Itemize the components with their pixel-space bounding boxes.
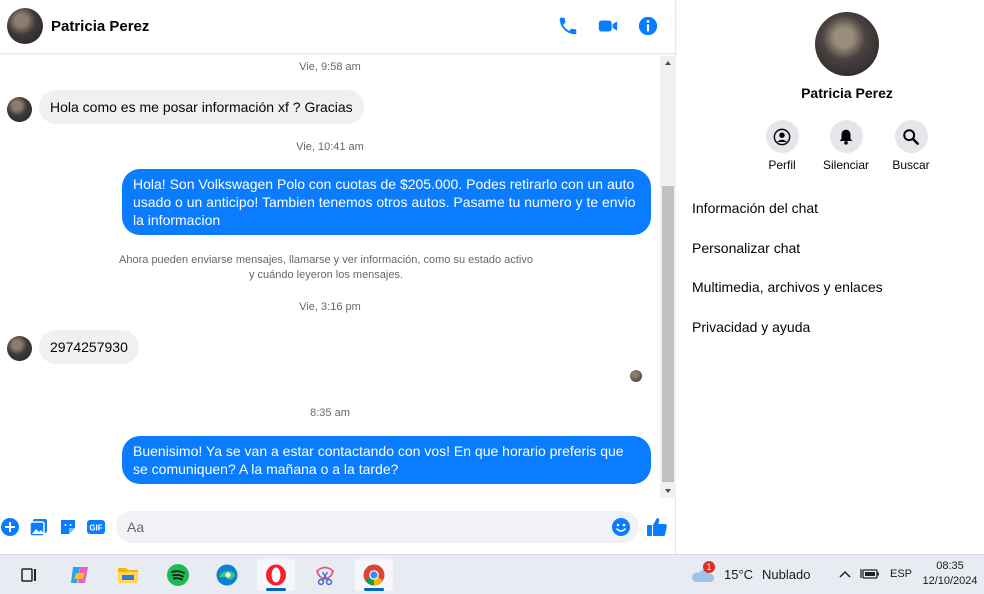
search-button[interactable]: Buscar [881, 120, 941, 172]
edge-button[interactable] [208, 559, 246, 591]
message-input-wrapper [116, 511, 639, 543]
weather-temperature[interactable]: 15°C [724, 567, 753, 582]
thumbs-up-icon[interactable] [645, 515, 669, 539]
chat-pane: Patricia Perez Vie, 9:58 am Hola como es… [0, 0, 676, 554]
spotify-icon [167, 564, 189, 586]
task-view-icon [21, 568, 36, 582]
profile-icon [773, 128, 791, 145]
incoming-message[interactable]: Hola como es me posar información xf ? G… [39, 90, 364, 124]
notice-line: y cuándo leyeron los mensajes. [248, 269, 404, 281]
emoji-icon[interactable] [611, 517, 631, 537]
message-input[interactable] [116, 511, 606, 543]
timestamp: Vie, 10:41 am [296, 141, 364, 153]
contact-avatar[interactable] [7, 8, 43, 44]
gif-icon[interactable]: GIF [86, 517, 106, 537]
sticker-icon[interactable] [58, 517, 78, 537]
spotify-button[interactable] [159, 559, 197, 591]
mute-label: Silenciar [822, 158, 870, 172]
video-call-icon[interactable] [597, 15, 619, 37]
weather-widget-icon-wrap[interactable]: 1 [690, 561, 716, 587]
battery-icon[interactable] [860, 567, 880, 581]
scroll-thumb[interactable] [662, 186, 674, 482]
search-label: Buscar [892, 158, 930, 172]
edge-icon [216, 564, 238, 586]
menu-chat-info[interactable]: Información del chat [692, 200, 818, 216]
profile-label: Perfil [768, 158, 796, 172]
incoming-message[interactable]: 2974257930 [39, 330, 139, 364]
snipping-tool-icon [315, 566, 335, 586]
outgoing-message[interactable]: Buenisimo! Ya se van a estar contactando… [122, 436, 651, 484]
task-view-button[interactable] [10, 559, 48, 591]
profile-button-circle [765, 120, 799, 153]
contact-profile-photo[interactable] [815, 12, 879, 76]
timestamp: 8:35 am [310, 407, 350, 419]
chat-header: Patricia Perez [0, 0, 676, 54]
plus-icon[interactable] [0, 517, 20, 537]
folder-icon [118, 568, 138, 583]
active-indicator [364, 588, 384, 591]
message-scrollbar[interactable] [660, 56, 676, 498]
copilot-icon [71, 567, 88, 583]
menu-media-files-links[interactable]: Multimedia, archivos y enlaces [692, 279, 883, 295]
sender-avatar[interactable] [7, 97, 32, 122]
info-contact-name: Patricia Perez [801, 85, 893, 101]
profile-button[interactable]: Perfil [752, 120, 812, 172]
timestamp: Vie, 3:16 pm [299, 301, 361, 313]
scroll-down-arrow-icon[interactable] [660, 484, 676, 498]
opera-button[interactable] [257, 559, 295, 591]
chat-info-panel: Patricia Perez Perfil Silenciar Buscar I… [677, 0, 984, 554]
chrome-button[interactable] [355, 559, 393, 591]
notice-line: Ahora pueden enviarse mensajes, llamarse… [119, 254, 533, 266]
opera-icon [266, 564, 286, 586]
phone-icon[interactable] [557, 15, 579, 37]
svg-text:GIF: GIF [89, 524, 102, 533]
weather-notification-badge: 1 [703, 561, 715, 573]
weather-condition[interactable]: Nublado [762, 567, 810, 582]
photo-icon[interactable] [29, 517, 49, 537]
mute-button[interactable]: Silenciar [816, 120, 876, 172]
search-button-circle [894, 120, 928, 153]
clock-time: 08:35 [936, 560, 964, 572]
scroll-up-arrow-icon[interactable] [660, 56, 676, 70]
encryption-notice: Ahora pueden enviarse mensajes, llamarse… [100, 253, 552, 283]
outgoing-message[interactable]: Hola! Son Volkswagen Polo con cuotas de … [122, 169, 651, 235]
messenger-window: Patricia Perez Vie, 9:58 am Hola como es… [0, 0, 984, 594]
active-indicator [266, 588, 286, 591]
bell-icon [839, 129, 853, 145]
search-icon [903, 128, 919, 145]
timestamp: Vie, 9:58 am [299, 61, 361, 73]
info-icon[interactable] [637, 15, 659, 37]
read-receipt-avatar [630, 370, 642, 382]
sender-avatar[interactable] [7, 336, 32, 361]
menu-customize-chat[interactable]: Personalizar chat [692, 240, 800, 256]
mute-button-circle [829, 120, 863, 153]
chevron-up-icon[interactable] [838, 568, 852, 580]
chrome-icon [363, 564, 385, 586]
menu-privacy-help[interactable]: Privacidad y ayuda [692, 319, 810, 335]
snipping-tool-button[interactable] [306, 559, 344, 591]
clock-date: 12/10/2024 [922, 575, 978, 587]
language-indicator[interactable]: ESP [890, 568, 912, 580]
system-clock[interactable]: 08:35 12/10/2024 [917, 559, 983, 589]
message-list: Vie, 9:58 am Hola como es me posar infor… [0, 56, 660, 498]
contact-name[interactable]: Patricia Perez [51, 18, 149, 35]
copilot-button[interactable] [61, 559, 99, 591]
windows-taskbar: 1 15°C Nublado ESP 08:35 12/10/2024 [0, 554, 984, 594]
file-explorer-button[interactable] [109, 559, 147, 591]
